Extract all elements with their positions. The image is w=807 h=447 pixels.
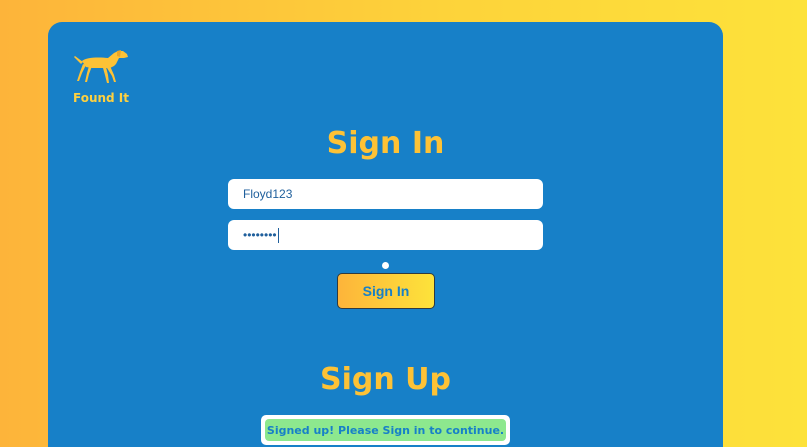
signup-success-message: Signed up! Please Sign in to continue. (265, 419, 506, 441)
brand-name: Found It (72, 91, 129, 105)
dog-icon (70, 42, 132, 88)
auth-card: Found It Sign In •••••••• Sign In Sign U… (48, 22, 723, 447)
signin-title: Sign In (326, 126, 445, 161)
status-dot (382, 262, 389, 269)
signup-message-box: Signed up! Please Sign in to continue. (261, 415, 510, 445)
signin-button[interactable]: Sign In (337, 273, 435, 309)
password-input[interactable]: •••••••• (228, 220, 543, 250)
brand-logo[interactable]: Found It (70, 42, 132, 110)
text-caret (277, 227, 279, 243)
password-masked-value: •••••••• (243, 228, 277, 242)
username-input[interactable] (228, 179, 543, 209)
signup-title: Sign Up (319, 362, 451, 397)
